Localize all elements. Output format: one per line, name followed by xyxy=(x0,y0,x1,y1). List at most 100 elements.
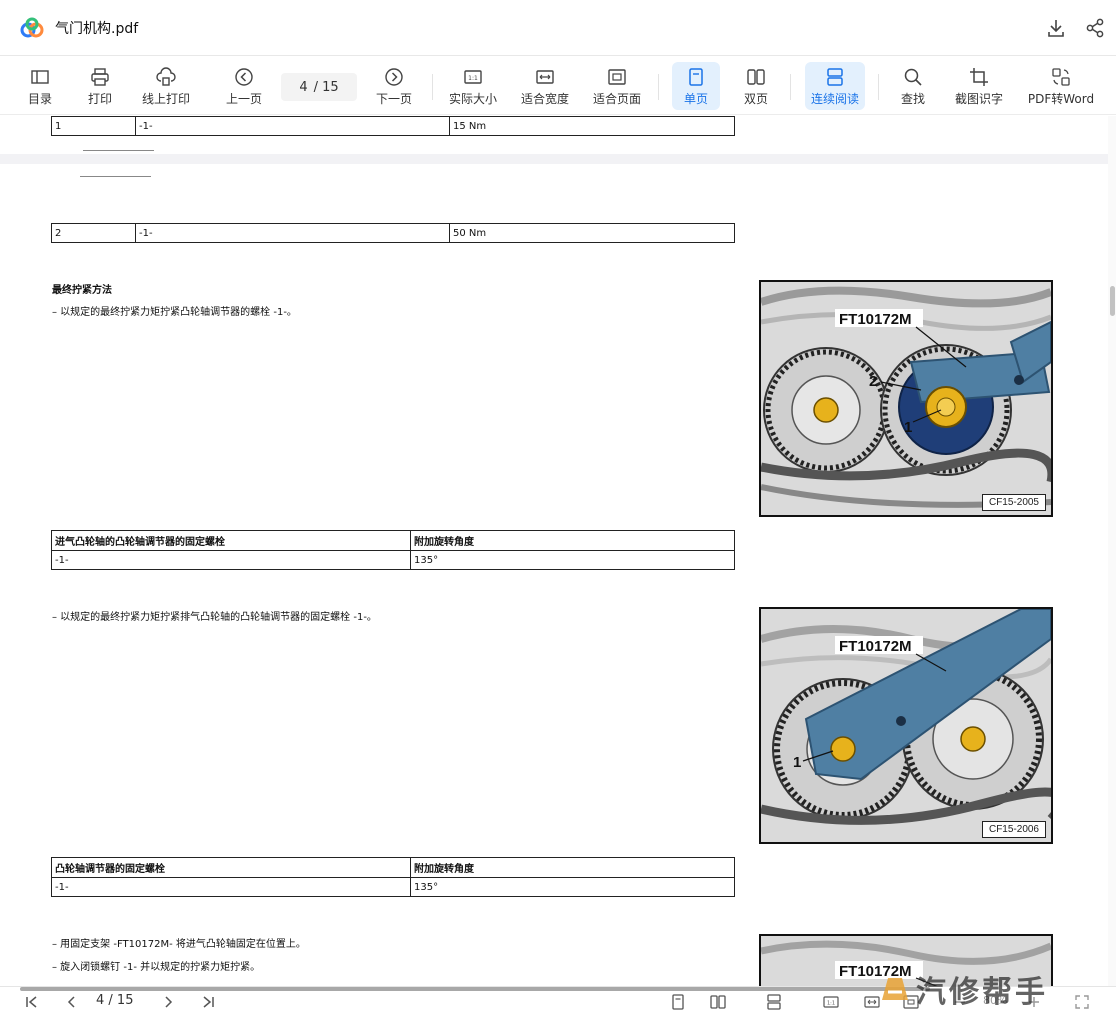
continuous-icon[interactable] xyxy=(766,994,782,1010)
footnote-rule xyxy=(83,150,154,151)
continuous-reading-button[interactable]: 连续阅读 xyxy=(805,62,865,110)
document-title: 气门机构.pdf xyxy=(55,21,139,37)
table-cell: -1- xyxy=(51,877,411,897)
table-header-cell: 附加旋转角度 xyxy=(410,530,735,551)
zoom-level: 80% xyxy=(983,994,1008,1007)
download-icon[interactable] xyxy=(1046,18,1066,38)
toolbar: 目录 打印 线上打印 上一页 4 / 15 下一页 1:1 实际大小 适合宽度 … xyxy=(0,57,1116,115)
table-row: 2 -1- 50 Nm xyxy=(51,223,735,243)
table-header-cell: 附加旋转角度 xyxy=(410,857,735,878)
page-current-input[interactable]: 4 xyxy=(299,80,307,95)
continuous-icon xyxy=(827,68,843,86)
vertical-scrollbar[interactable] xyxy=(1108,116,1116,986)
single-page-label: 单页 xyxy=(683,92,708,106)
two-page-icon xyxy=(747,69,765,85)
single-page-button[interactable]: 单页 xyxy=(672,62,720,110)
toolbar-divider xyxy=(432,74,433,100)
two-page-icon[interactable] xyxy=(710,994,726,1010)
table-row: 1 -1- 15 Nm xyxy=(51,116,735,136)
instruction-step: – 以规定的最终拧紧力矩拧紧排气凸轮轴的凸轮轴调节器的固定螺栓 -1-。 xyxy=(52,612,377,623)
crop-ocr-icon xyxy=(970,68,988,86)
engine-illustration-3: FT10172M xyxy=(761,936,1051,986)
table-cell: 135° xyxy=(410,877,735,897)
printer-icon xyxy=(91,68,109,86)
actual-size-button[interactable]: 1:1 实际大小 xyxy=(446,62,500,110)
page-total: / 15 xyxy=(313,79,339,95)
table-cell: 135° xyxy=(410,550,735,570)
find-button[interactable]: 查找 xyxy=(893,62,933,110)
single-page-icon[interactable] xyxy=(670,994,686,1010)
toolbar-divider xyxy=(658,74,659,100)
actual-size-icon: 1:1 xyxy=(464,70,482,84)
single-page-icon xyxy=(689,68,703,86)
two-page-label: 双页 xyxy=(743,92,768,106)
zoom-out-icon[interactable] xyxy=(952,994,968,1010)
table-cell: 50 Nm xyxy=(449,223,735,243)
continuous-reading-label: 连续阅读 xyxy=(810,92,859,106)
figure-cf15-2005: FT10172M 2 1 CF15-2005 xyxy=(759,280,1053,517)
fit-width-icon[interactable] xyxy=(864,994,880,1010)
fit-page-label: 适合页面 xyxy=(592,92,641,106)
fit-page-icon[interactable] xyxy=(903,994,919,1010)
last-page-icon[interactable] xyxy=(200,994,216,1010)
bottom-page-total: / 15 xyxy=(108,993,134,1008)
first-page-icon[interactable] xyxy=(24,994,40,1010)
page-indicator[interactable]: 4 / 15 xyxy=(281,73,357,101)
pdf-to-word-icon xyxy=(1052,68,1070,86)
next-page-icon[interactable] xyxy=(160,994,176,1010)
fit-width-button[interactable]: 适合宽度 xyxy=(518,62,572,110)
figure-code: CF15-2005 xyxy=(981,494,1046,511)
engine-illustration-2: FT10172M 1 xyxy=(761,609,1051,842)
callout-number: 1 xyxy=(793,754,801,771)
fullscreen-icon[interactable] xyxy=(1074,994,1090,1010)
bottom-page-current[interactable]: 4 xyxy=(96,993,104,1008)
scrollbar-thumb[interactable] xyxy=(1110,286,1115,316)
fit-width-label: 适合宽度 xyxy=(520,92,569,106)
pdf-to-word-button[interactable]: PDF转Word xyxy=(1024,62,1098,110)
page-separator xyxy=(0,154,1108,164)
next-page-button[interactable]: 下一页 xyxy=(372,62,416,110)
torque-table-1: 1 -1- 15 Nm xyxy=(51,116,735,136)
figure-cf15-2006: FT10172M 1 CF15-2006 xyxy=(759,607,1053,844)
tool-callout-label: FT10172M xyxy=(839,963,912,980)
header-rule xyxy=(80,176,151,177)
figure-code: CF15-2006 xyxy=(981,821,1046,838)
app-logo-icon xyxy=(20,17,44,38)
screenshot-ocr-button[interactable]: 截图识字 xyxy=(950,62,1008,110)
engine-illustration-1: FT10172M 2 1 xyxy=(761,282,1051,515)
online-print-button[interactable]: 线上打印 xyxy=(138,62,194,110)
table-cell: -1- xyxy=(135,116,450,136)
table-header-row: 进气凸轮轴的凸轮轴调节器的固定螺栓 附加旋转角度 xyxy=(51,530,735,551)
toc-button[interactable]: 目录 xyxy=(20,62,60,110)
table-cell: 2 xyxy=(51,223,136,243)
toc-label: 目录 xyxy=(27,92,52,106)
search-icon xyxy=(904,68,922,86)
rotation-angle-table: 凸轮轴调节器的固定螺栓 附加旋转角度 -1- 135° xyxy=(51,857,735,897)
print-button[interactable]: 打印 xyxy=(80,62,120,110)
online-print-label: 线上打印 xyxy=(141,92,190,106)
fit-page-button[interactable]: 适合页面 xyxy=(590,62,644,110)
zoom-in-icon[interactable] xyxy=(1026,994,1042,1010)
figure-partial: FT10172M xyxy=(759,934,1053,986)
next-page-icon xyxy=(385,68,403,86)
prev-page-icon[interactable] xyxy=(64,994,80,1010)
table-cell: 15 Nm xyxy=(449,116,735,136)
bottom-page-indicator[interactable]: 4 / 15 xyxy=(96,993,133,1008)
instruction-step: – 以规定的最终拧紧力矩拧紧凸轮轴调节器的螺栓 -1-。 xyxy=(52,307,297,318)
prev-page-label: 上一页 xyxy=(225,92,262,106)
instruction-step: – 用固定支架 -FT10172M- 将进气凸轮轴固定在位置上。 xyxy=(52,939,306,950)
horizontal-scrollbar[interactable] xyxy=(20,987,930,991)
table-header-row: 凸轮轴调节器的固定螺栓 附加旋转角度 xyxy=(51,857,735,878)
bottom-bar: 4 / 15 1:1 80% xyxy=(0,986,1116,1015)
prev-page-button[interactable]: 上一页 xyxy=(222,62,266,110)
share-icon[interactable] xyxy=(1085,18,1105,38)
document-viewer[interactable]: 1 -1- 15 Nm 2 -1- 50 Nm 最终拧紧方法 – 以规定的最终拧… xyxy=(0,116,1116,986)
actual-size-label: 实际大小 xyxy=(448,92,497,106)
table-row: -1- 135° xyxy=(51,877,735,897)
two-page-button[interactable]: 双页 xyxy=(734,62,778,110)
section-heading: 最终拧紧方法 xyxy=(52,285,112,296)
table-cell: 1 xyxy=(51,116,136,136)
table-header-cell: 凸轮轴调节器的固定螺栓 xyxy=(51,857,411,878)
actual-size-icon[interactable]: 1:1 xyxy=(823,994,839,1010)
tool-callout-label: FT10172M xyxy=(839,638,912,655)
